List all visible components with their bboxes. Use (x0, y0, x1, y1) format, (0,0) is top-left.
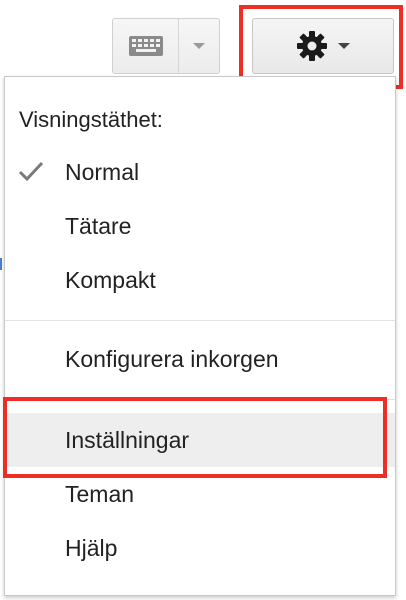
menu-divider (5, 320, 395, 321)
menu-item-label: Kompakt (65, 266, 156, 293)
menu-item-settings[interactable]: Inställningar (5, 413, 395, 467)
chevron-down-icon (338, 43, 350, 49)
keyboard-icon (128, 36, 163, 56)
input-tools-dropdown[interactable] (179, 19, 219, 73)
menu-item-normal[interactable]: Normal (5, 145, 395, 199)
keyboard-button[interactable] (113, 19, 179, 73)
menu-divider (5, 399, 395, 400)
menu-item-configure-inbox[interactable]: Konfigurera inkorgen (5, 332, 395, 386)
settings-menu: Visningstäthet: Normal Tätare Kompakt Ko… (4, 76, 396, 596)
display-density-heading: Visningstäthet: (19, 107, 163, 132)
menu-item-help[interactable]: Hjälp (5, 521, 395, 575)
menu-item-label: Normal (65, 158, 140, 185)
menu-item-label: Konfigurera inkorgen (65, 345, 279, 372)
background-link-fragment (0, 258, 2, 270)
menu-item-label: Teman (65, 480, 135, 507)
menu-item-label: Hjälp (65, 534, 118, 561)
menu-item-tatare[interactable]: Tätare (5, 199, 395, 253)
menu-item-themes[interactable]: Teman (5, 467, 395, 521)
settings-button[interactable] (252, 18, 394, 74)
chevron-down-icon (193, 43, 205, 49)
menu-item-kompakt[interactable]: Kompakt (5, 253, 395, 307)
gear-icon (297, 31, 327, 61)
menu-item-label: Tätare (65, 212, 132, 239)
checkmark-icon (18, 161, 44, 182)
menu-item-label: Inställningar (65, 426, 190, 453)
input-tools-group (112, 18, 220, 74)
